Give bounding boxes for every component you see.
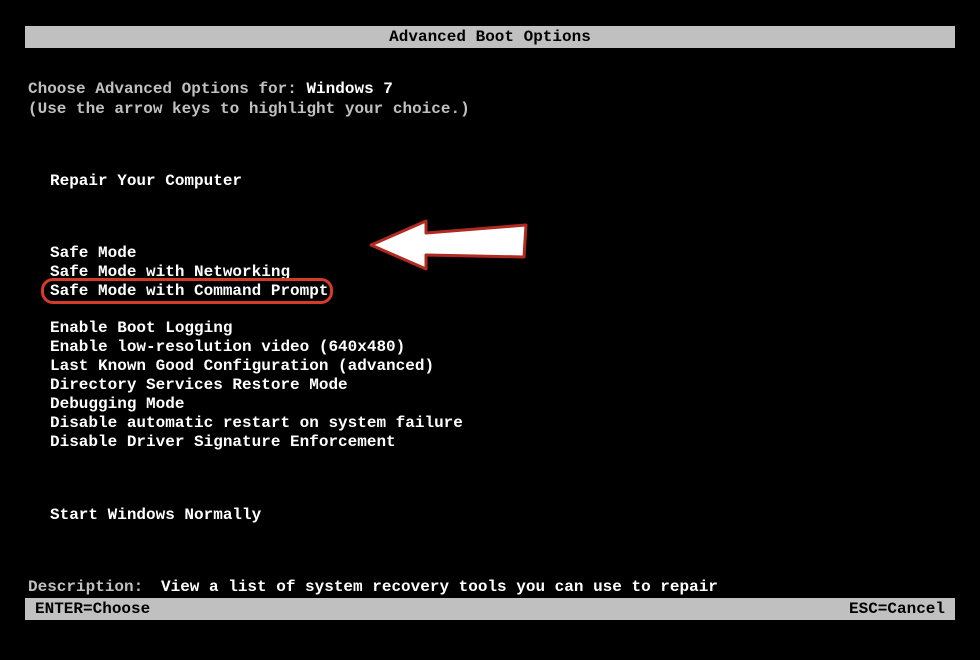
- option-repair-computer[interactable]: Repair Your Computer: [50, 172, 952, 190]
- os-name: Windows 7: [306, 80, 392, 98]
- title-bar: Advanced Boot Options: [25, 26, 955, 48]
- boot-options-group1: Safe Mode Safe Mode with Networking Safe…: [50, 244, 952, 301]
- intro-line1: Choose Advanced Options for: Windows 7: [28, 80, 952, 98]
- option-safe-mode-networking[interactable]: Safe Mode with Networking: [50, 263, 952, 282]
- footer-esc: ESC=Cancel: [849, 598, 945, 620]
- boot-options-group2: Enable Boot Logging Enable low-resolutio…: [50, 319, 952, 452]
- option-enable-boot-logging[interactable]: Enable Boot Logging: [50, 319, 952, 338]
- option-debugging-mode[interactable]: Debugging Mode: [50, 395, 952, 414]
- option-start-windows-normally[interactable]: Start Windows Normally: [50, 506, 952, 524]
- option-low-res-video[interactable]: Enable low-resolution video (640x480): [50, 338, 952, 357]
- footer-bar: ENTER=Choose ESC=Cancel: [25, 598, 955, 620]
- repair-label: Repair Your Computer: [50, 172, 242, 190]
- option-disable-driver-sig[interactable]: Disable Driver Signature Enforcement: [50, 433, 952, 452]
- option-last-known-good[interactable]: Last Known Good Configuration (advanced): [50, 357, 952, 376]
- option-disable-auto-restart[interactable]: Disable automatic restart on system fail…: [50, 414, 952, 433]
- content: Choose Advanced Options for: Windows 7 (…: [28, 80, 952, 616]
- option-safe-mode[interactable]: Safe Mode: [50, 244, 952, 263]
- option-safe-mode-command-prompt[interactable]: Safe Mode with Command Prompt: [50, 282, 328, 301]
- intro-prefix: Choose Advanced Options for:: [28, 80, 306, 98]
- watermark: 2-remove-virus.com: [0, 237, 10, 660]
- option-directory-services-restore[interactable]: Directory Services Restore Mode: [50, 376, 952, 395]
- intro-line2: (Use the arrow keys to highlight your ch…: [28, 100, 952, 118]
- page-title: Advanced Boot Options: [389, 28, 591, 46]
- footer-enter: ENTER=Choose: [35, 598, 150, 620]
